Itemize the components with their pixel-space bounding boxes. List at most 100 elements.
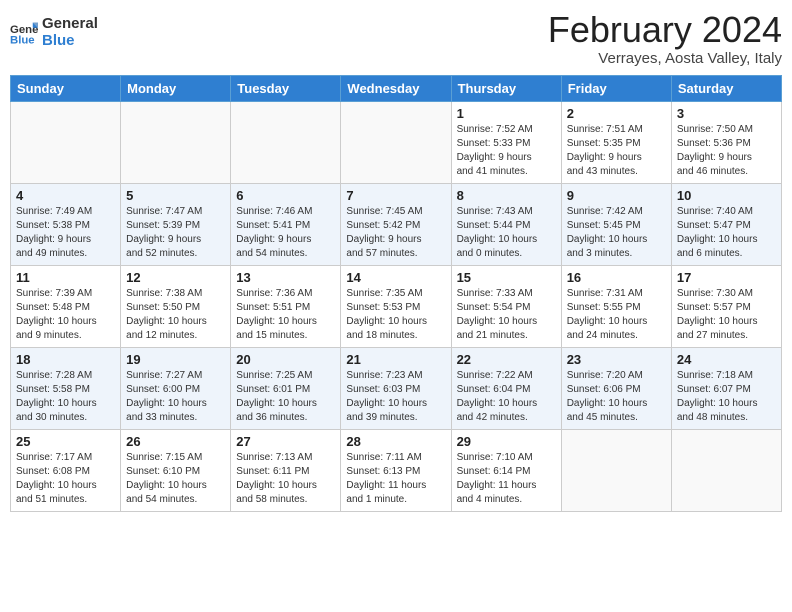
calendar-cell [11, 101, 121, 183]
day-number: 5 [126, 188, 225, 203]
calendar-cell [231, 101, 341, 183]
day-number: 20 [236, 352, 335, 367]
header-sunday: Sunday [11, 75, 121, 101]
calendar-cell: 27 Sunrise: 7:13 AM Sunset: 6:11 PM Dayli… [231, 429, 341, 511]
header-tuesday: Tuesday [231, 75, 341, 101]
day-info: Sunrise: 7:49 AM Sunset: 5:38 PM Dayligh… [16, 205, 115, 261]
day-number: 23 [567, 352, 666, 367]
calendar-row-1: 4Sunrise: 7:49 AM Sunset: 5:38 PM Daylig… [11, 183, 782, 265]
day-info: Sunrise: 7:10 AM Sunset: 6:14 PM Dayligh… [457, 451, 556, 507]
calendar-cell: 14Sunrise: 7:35 AM Sunset: 5:53 PM Dayli… [341, 265, 451, 347]
calendar-cell: 26 Sunrise: 7:15 AM Sunset: 6:10 PM Dayli… [121, 429, 231, 511]
calendar-cell [671, 429, 781, 511]
calendar-cell: 29Sunrise: 7:10 AM Sunset: 6:14 PM Dayli… [451, 429, 561, 511]
day-info: Sunrise: 7:39 AM Sunset: 5:48 PM Dayligh… [16, 287, 115, 343]
calendar-cell [561, 429, 671, 511]
calendar-cell [341, 101, 451, 183]
calendar-cell: 5 Sunrise: 7:47 AM Sunset: 5:39 PM Daylig… [121, 183, 231, 265]
calendar-row-2: 11 Sunrise: 7:39 AM Sunset: 5:48 PM Dayli… [11, 265, 782, 347]
calendar-cell: 4Sunrise: 7:49 AM Sunset: 5:38 PM Daylig… [11, 183, 121, 265]
day-info: Sunrise: 7:36 AM Sunset: 5:51 PM Dayligh… [236, 287, 335, 343]
calendar-cell: 15 Sunrise: 7:33 AM Sunset: 5:54 PM Dayli… [451, 265, 561, 347]
day-number: 2 [567, 106, 666, 121]
day-number: 18 [16, 352, 115, 367]
calendar-cell: 20Sunrise: 7:25 AM Sunset: 6:01 PM Dayli… [231, 347, 341, 429]
day-info: Sunrise: 7:13 AM Sunset: 6:11 PM Dayligh… [236, 451, 335, 507]
calendar-cell: 19Sunrise: 7:27 AM Sunset: 6:00 PM Dayli… [121, 347, 231, 429]
header-saturday: Saturday [671, 75, 781, 101]
day-number: 1 [457, 106, 556, 121]
header-wednesday: Wednesday [341, 75, 451, 101]
calendar-cell: 17 Sunrise: 7:30 AM Sunset: 5:57 PM Dayli… [671, 265, 781, 347]
calendar-cell: 7 Sunrise: 7:45 AM Sunset: 5:42 PM Daylig… [341, 183, 451, 265]
day-info: Sunrise: 7:35 AM Sunset: 5:53 PM Dayligh… [346, 287, 445, 343]
day-number: 11 [16, 270, 115, 285]
calendar-cell: 1Sunrise: 7:52 AM Sunset: 5:33 PM Daylig… [451, 101, 561, 183]
calendar-cell: 18 Sunrise: 7:28 AM Sunset: 5:58 PM Dayli… [11, 347, 121, 429]
logo-general: General [42, 16, 98, 33]
calendar-row-4: 25 Sunrise: 7:17 AM Sunset: 6:08 PM Dayli… [11, 429, 782, 511]
day-number: 25 [16, 434, 115, 449]
day-info: Sunrise: 7:27 AM Sunset: 6:00 PM Dayligh… [126, 369, 225, 425]
day-number: 26 [126, 434, 225, 449]
calendar-cell: 22Sunrise: 7:22 AM Sunset: 6:04 PM Dayli… [451, 347, 561, 429]
day-number: 28 [346, 434, 445, 449]
calendar-cell: 25 Sunrise: 7:17 AM Sunset: 6:08 PM Dayli… [11, 429, 121, 511]
day-info: Sunrise: 7:38 AM Sunset: 5:50 PM Dayligh… [126, 287, 225, 343]
day-number: 7 [346, 188, 445, 203]
calendar-cell: 28 Sunrise: 7:11 AM Sunset: 6:13 PM Dayli… [341, 429, 451, 511]
header-thursday: Thursday [451, 75, 561, 101]
day-info: Sunrise: 7:20 AM Sunset: 6:06 PM Dayligh… [567, 369, 666, 425]
day-number: 17 [677, 270, 776, 285]
calendar-cell: 13 Sunrise: 7:36 AM Sunset: 5:51 PM Dayli… [231, 265, 341, 347]
title-area: February 2024 Verrayes, Aosta Valley, It… [548, 10, 782, 67]
day-number: 24 [677, 352, 776, 367]
day-number: 22 [457, 352, 556, 367]
day-number: 15 [457, 270, 556, 285]
calendar-row-3: 18 Sunrise: 7:28 AM Sunset: 5:58 PM Dayli… [11, 347, 782, 429]
day-number: 9 [567, 188, 666, 203]
day-info: Sunrise: 7:30 AM Sunset: 5:57 PM Dayligh… [677, 287, 776, 343]
day-info: Sunrise: 7:33 AM Sunset: 5:54 PM Dayligh… [457, 287, 556, 343]
calendar-cell [121, 101, 231, 183]
day-info: Sunrise: 7:11 AM Sunset: 6:13 PM Dayligh… [346, 451, 445, 507]
day-info: Sunrise: 7:51 AM Sunset: 5:35 PM Dayligh… [567, 123, 666, 179]
calendar-title: February 2024 [548, 10, 782, 50]
day-number: 3 [677, 106, 776, 121]
calendar-subtitle: Verrayes, Aosta Valley, Italy [548, 50, 782, 67]
calendar-cell: 21 Sunrise: 7:23 AM Sunset: 6:03 PM Dayli… [341, 347, 451, 429]
day-number: 8 [457, 188, 556, 203]
calendar-cell: 23 Sunrise: 7:20 AM Sunset: 6:06 PM Dayli… [561, 347, 671, 429]
day-info: Sunrise: 7:15 AM Sunset: 6:10 PM Dayligh… [126, 451, 225, 507]
day-info: Sunrise: 7:28 AM Sunset: 5:58 PM Dayligh… [16, 369, 115, 425]
calendar-cell: 11 Sunrise: 7:39 AM Sunset: 5:48 PM Dayli… [11, 265, 121, 347]
day-info: Sunrise: 7:47 AM Sunset: 5:39 PM Dayligh… [126, 205, 225, 261]
logo-blue: Blue [42, 33, 98, 50]
day-info: Sunrise: 7:45 AM Sunset: 5:42 PM Dayligh… [346, 205, 445, 261]
calendar-cell: 12 Sunrise: 7:38 AM Sunset: 5:50 PM Dayli… [121, 265, 231, 347]
calendar-row-0: 1Sunrise: 7:52 AM Sunset: 5:33 PM Daylig… [11, 101, 782, 183]
day-number: 12 [126, 270, 225, 285]
day-info: Sunrise: 7:23 AM Sunset: 6:03 PM Dayligh… [346, 369, 445, 425]
day-info: Sunrise: 7:43 AM Sunset: 5:44 PM Dayligh… [457, 205, 556, 261]
calendar-cell: 16 Sunrise: 7:31 AM Sunset: 5:55 PM Dayli… [561, 265, 671, 347]
day-number: 21 [346, 352, 445, 367]
svg-text:Blue: Blue [10, 34, 35, 46]
day-info: Sunrise: 7:46 AM Sunset: 5:41 PM Dayligh… [236, 205, 335, 261]
header-row: SundayMondayTuesdayWednesdayThursdayFrid… [11, 75, 782, 101]
calendar-table: SundayMondayTuesdayWednesdayThursdayFrid… [10, 75, 782, 512]
day-info: Sunrise: 7:42 AM Sunset: 5:45 PM Dayligh… [567, 205, 666, 261]
day-number: 16 [567, 270, 666, 285]
day-number: 6 [236, 188, 335, 203]
logo-icon: General Blue [10, 19, 38, 47]
page-header: General Blue General Blue February 2024 … [10, 10, 782, 67]
day-info: Sunrise: 7:31 AM Sunset: 5:55 PM Dayligh… [567, 287, 666, 343]
day-number: 27 [236, 434, 335, 449]
calendar-cell: 24Sunrise: 7:18 AM Sunset: 6:07 PM Dayli… [671, 347, 781, 429]
day-number: 10 [677, 188, 776, 203]
calendar-cell: 9 Sunrise: 7:42 AM Sunset: 5:45 PM Daylig… [561, 183, 671, 265]
day-info: Sunrise: 7:40 AM Sunset: 5:47 PM Dayligh… [677, 205, 776, 261]
day-number: 13 [236, 270, 335, 285]
day-info: Sunrise: 7:17 AM Sunset: 6:08 PM Dayligh… [16, 451, 115, 507]
calendar-cell: 6 Sunrise: 7:46 AM Sunset: 5:41 PM Daylig… [231, 183, 341, 265]
